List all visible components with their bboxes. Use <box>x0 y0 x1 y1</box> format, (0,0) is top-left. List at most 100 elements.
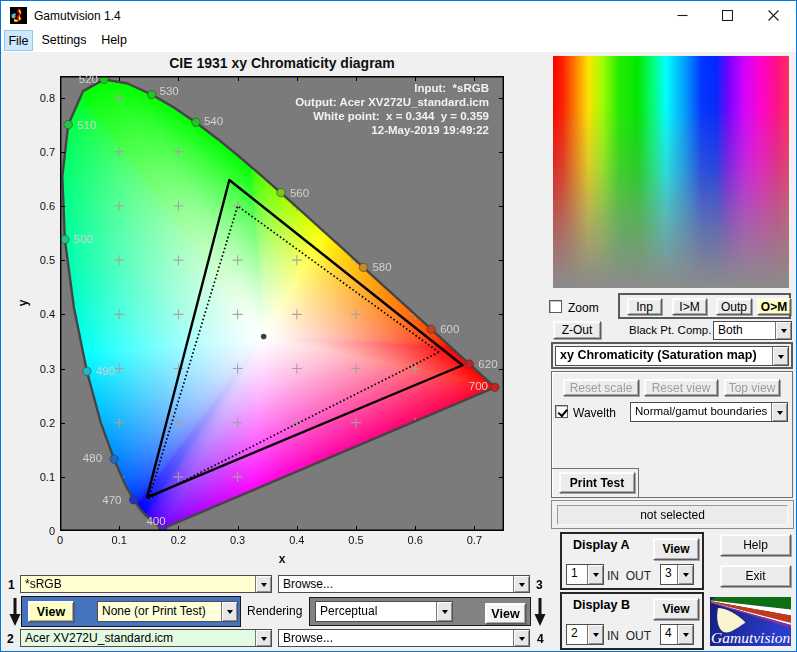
x-tick-label: 0.7 <box>454 534 494 546</box>
wavelength-label: 490 <box>96 365 115 377</box>
y-tick-label: 0.6 <box>9 200 55 212</box>
minimize-button[interactable] <box>660 1 705 30</box>
dropdown-arrow-icon[interactable] <box>587 625 603 644</box>
dropdown-arrow-icon[interactable] <box>677 625 693 644</box>
display-b-inout-label: IN OUT <box>607 629 651 643</box>
y-tick-label: 0.8 <box>9 92 55 104</box>
browse-output-select[interactable]: Browse... <box>278 629 530 647</box>
status-field: not selected <box>557 505 788 525</box>
wavelength-label: 480 <box>83 452 102 464</box>
title-bar: Gamutvision 1.4 <box>1 1 796 30</box>
reset-scale-button[interactable]: Reset scale <box>563 379 639 396</box>
maximize-button[interactable] <box>705 1 750 30</box>
dropdown-arrow-icon[interactable] <box>772 347 788 365</box>
outp-button[interactable]: Outp <box>716 298 752 315</box>
zoom-checkbox[interactable] <box>549 300 562 313</box>
app-window: Gamutvision 1.4 File Settings Help CIE 1… <box>0 0 797 652</box>
boundaries-select[interactable]: Normal/gamut boundaries <box>630 402 788 422</box>
dropdown-arrow-icon[interactable] <box>513 576 529 592</box>
y-tick-label: 0.1 <box>9 471 55 483</box>
dropdown-arrow-icon[interactable] <box>436 602 452 621</box>
output-profile-select[interactable]: Acer XV272U_standard.icm <box>20 629 272 647</box>
output-profile-value: Acer XV272U_standard.icm <box>21 630 255 646</box>
minimize-icon <box>677 10 688 21</box>
x-tick-label: 0.4 <box>277 534 317 546</box>
test-pattern-select[interactable]: None (or Print Test) <box>97 601 238 622</box>
wavelength-label: 580 <box>372 261 391 273</box>
down-arrow-right-icon <box>534 598 546 626</box>
input-profile-select[interactable]: *sRGB <box>20 575 272 593</box>
dropdown-arrow-icon[interactable] <box>255 576 271 592</box>
slot4-index-label: 4 <box>537 632 544 646</box>
y-tick-label: 0.5 <box>9 254 55 266</box>
menu-settings[interactable]: Settings <box>38 30 90 51</box>
input-profile-value: *sRGB <box>21 576 255 592</box>
display-a-in-value: 1 <box>567 565 587 584</box>
wavelength-label: 470 <box>102 494 121 506</box>
wavelength-label: 500 <box>74 233 93 245</box>
dropdown-arrow-icon[interactable] <box>775 322 791 339</box>
menu-file[interactable]: File <box>4 30 33 51</box>
display-a-group: Display A View 1 IN OUT 3 <box>560 532 704 590</box>
y-tick-label: 0.2 <box>9 417 55 429</box>
client-area: CIE 1931 xy Chromaticity diagram Input: … <box>1 52 796 651</box>
slot2-index-label: 2 <box>7 632 14 646</box>
view-mode-select[interactable]: xy Chromaticity (Saturation map) <box>555 346 789 366</box>
inp-button[interactable]: Inp <box>627 298 662 315</box>
wavelth-checkbox-label: Wavelth <box>573 406 616 420</box>
display-b-group: Display B View 2 IN OUT 4 <box>560 592 704 650</box>
boundaries-value: Normal/gamut boundaries <box>631 403 771 421</box>
rendering-intent-select[interactable]: Perceptual <box>315 601 453 622</box>
rendering-label: Rendering <box>247 604 302 618</box>
y-tick-label: 0 <box>9 525 55 537</box>
wavelength-label: 600 <box>440 323 459 335</box>
display-b-title: Display B <box>573 598 630 612</box>
down-arrow-left-icon <box>9 598 21 626</box>
plot-title: CIE 1931 xy Chromaticity diagram <box>60 55 504 71</box>
wavelength-label: 520 <box>79 73 98 85</box>
view-mode-value: xy Chromaticity (Saturation map) <box>556 347 772 365</box>
plot-annotations: Input: *sRGB Output: Acer XV272U_standar… <box>201 81 489 137</box>
display-a-out-select[interactable]: 3 <box>660 564 694 585</box>
display-a-view-button[interactable]: View <box>653 538 699 560</box>
chromaticity-plot-canvas[interactable] <box>60 76 504 531</box>
black-pt-comp-select[interactable]: Both <box>713 321 792 340</box>
browse-input-select[interactable]: Browse... <box>278 575 530 593</box>
help-button[interactable]: Help <box>720 534 791 556</box>
reset-view-button[interactable]: Reset view <box>644 379 718 396</box>
logo-text: Gamutvision <box>711 629 790 646</box>
wavelength-label: 540 <box>204 115 223 127</box>
print-test-button[interactable]: Print Test <box>559 472 635 493</box>
x-tick-label: 0.1 <box>99 534 139 546</box>
display-a-in-select[interactable]: 1 <box>566 564 604 585</box>
top-view-button[interactable]: Top view <box>724 379 780 396</box>
i-to-m-button[interactable]: I>M <box>672 298 707 315</box>
close-button[interactable] <box>750 1 796 30</box>
display-b-in-value: 2 <box>567 625 587 644</box>
view-input-button[interactable]: View <box>28 601 74 622</box>
x-tick-label: 0.2 <box>158 534 198 546</box>
dropdown-arrow-icon[interactable] <box>221 602 237 621</box>
exit-button[interactable]: Exit <box>720 565 791 587</box>
wavelength-label: 530 <box>160 85 179 97</box>
z-out-button[interactable]: Z-Out <box>553 321 601 339</box>
view-output-button[interactable]: View <box>485 603 526 624</box>
display-b-out-value: 4 <box>661 625 677 644</box>
menu-help[interactable]: Help <box>95 30 133 51</box>
rendering-intent-value: Perceptual <box>316 602 436 621</box>
wavelength-label: 620 <box>478 358 497 370</box>
display-b-out-select[interactable]: 4 <box>660 624 694 645</box>
wavelth-checkbox[interactable] <box>555 405 568 418</box>
dropdown-arrow-icon[interactable] <box>513 630 529 646</box>
display-b-in-select[interactable]: 2 <box>566 624 604 645</box>
wavelength-label: 400 <box>146 515 165 527</box>
dropdown-arrow-icon[interactable] <box>677 565 693 584</box>
y-tick-label: 0.3 <box>9 363 55 375</box>
browse-input-value: Browse... <box>279 576 513 592</box>
x-axis-label: x <box>60 552 504 566</box>
o-to-m-button[interactable]: O>M <box>757 298 791 315</box>
dropdown-arrow-icon[interactable] <box>255 630 271 646</box>
display-b-view-button[interactable]: View <box>653 598 699 620</box>
dropdown-arrow-icon[interactable] <box>771 403 787 421</box>
dropdown-arrow-icon[interactable] <box>587 565 603 584</box>
